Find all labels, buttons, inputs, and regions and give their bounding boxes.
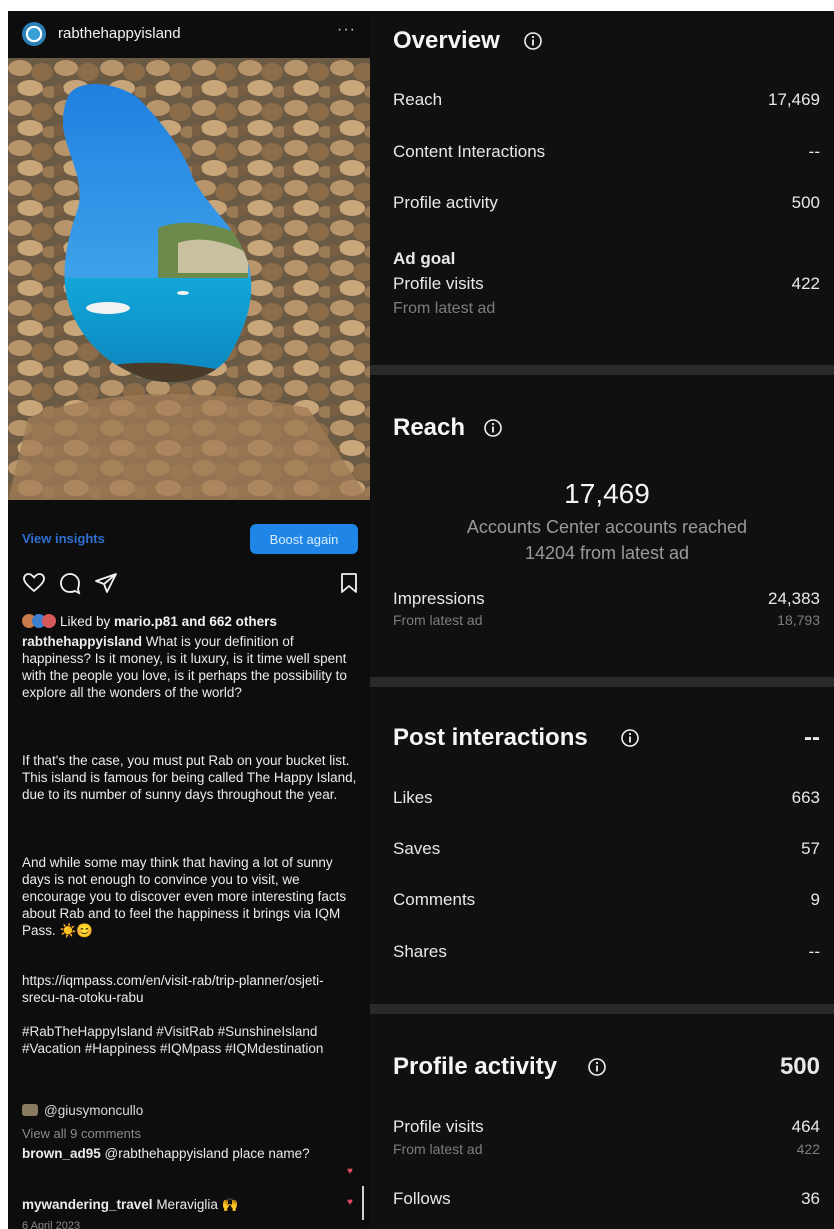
comment-heart-icon[interactable]: ♥	[347, 1166, 353, 1177]
reach-from-latest-ad: 14204 from latest ad	[524, 543, 690, 563]
profile-visits-from-ad-value: 422	[796, 1141, 820, 1157]
info-icon[interactable]	[587, 1057, 607, 1077]
share-icon[interactable]	[94, 571, 118, 595]
caption-paragraph-2: If that's the case, you must put Rab on …	[22, 753, 357, 802]
reach-big-value: 17,469	[564, 478, 650, 509]
instagram-post: rabthehappyisland ··· View insights Boos…	[8, 11, 370, 1229]
comment-icon[interactable]	[58, 571, 82, 595]
comment-text: @rabthehappyisland place name?	[100, 1146, 310, 1161]
more-options-icon[interactable]: ···	[337, 21, 356, 39]
section-divider	[370, 1004, 834, 1014]
liked-suffix[interactable]: and 662 others	[178, 614, 277, 629]
profile-activity-title: Profile activity	[393, 1053, 558, 1080]
follows-label: Follows	[393, 1189, 451, 1208]
comments-value: 9	[810, 890, 820, 909]
impressions-label: Impressions	[393, 589, 485, 608]
post-interactions-total: --	[804, 724, 820, 751]
shares-value: --	[808, 942, 820, 961]
shares-label: Shares	[393, 942, 447, 961]
comment-heart-icon[interactable]: ♥	[347, 1197, 353, 1208]
avatar[interactable]	[22, 22, 46, 46]
mention-text[interactable]: @giusymoncullo	[44, 1103, 143, 1118]
overview-reach-label: Reach	[393, 90, 443, 109]
ad-goal-profile-visits-label: Profile visits	[393, 274, 484, 293]
post-header: rabthehappyisland ···	[8, 11, 370, 57]
section-divider	[370, 365, 834, 375]
caption-paragraph-1: rabthehappyisland What is your definitio…	[22, 633, 358, 701]
saves-value: 57	[801, 839, 820, 858]
heart-icon[interactable]	[22, 571, 46, 595]
likes-label: Likes	[393, 788, 433, 807]
post-date: 6 April 2023	[22, 1220, 81, 1229]
comment-item: brown_ad95 @rabthehappyisland place name…	[22, 1145, 322, 1162]
reach-title: Reach	[393, 414, 466, 441]
liked-by-line: Liked by mario.p81 and 662 others	[22, 614, 277, 629]
ad-goal-profile-visits-value: 422	[791, 274, 820, 293]
info-icon[interactable]	[523, 31, 543, 51]
liker-avatars	[22, 614, 60, 628]
content-interactions-value: --	[808, 142, 820, 161]
impressions-value: 24,383	[768, 589, 820, 608]
comment-item: mywandering_travel Meraviglia 🙌	[22, 1196, 322, 1213]
ad-goal-label: Ad goal	[393, 249, 456, 268]
section-divider	[370, 677, 834, 687]
caption-username[interactable]: rabthehappyisland	[22, 634, 142, 649]
overview-reach-value: 17,469	[768, 90, 820, 109]
overview-profile-activity-value: 500	[791, 193, 820, 212]
comment-text: Meraviglia 🙌	[152, 1197, 239, 1212]
comments-label: Comments	[393, 890, 476, 909]
insights-panel: Overview Reach 17,469 Content Interactio…	[370, 11, 834, 1229]
liked-prefix: Liked by	[60, 614, 115, 629]
scrollbar[interactable]	[362, 1186, 364, 1220]
profile-visits-value: 464	[791, 1117, 820, 1136]
tagged-mention[interactable]: @giusymoncullo	[22, 1103, 143, 1118]
liked-user[interactable]: mario.p81	[114, 614, 178, 629]
comment-user[interactable]: mywandering_travel	[22, 1197, 153, 1212]
overview-profile-activity-label: Profile activity	[393, 193, 498, 212]
profile-visits-from-ad-label: From latest ad	[393, 1141, 483, 1157]
caption-paragraph-3: And while some may think that having a l…	[22, 855, 347, 938]
overview-title: Overview	[393, 27, 500, 54]
mention-avatar	[22, 1104, 38, 1116]
impressions-sub-value: 18,793	[777, 612, 820, 628]
view-insights-link[interactable]: View insights	[22, 531, 105, 546]
post-actions	[22, 571, 358, 597]
view-all-comments-link[interactable]: View all 9 comments	[22, 1126, 141, 1141]
likes-value: 663	[791, 788, 820, 807]
caption-link[interactable]: https://iqmpass.com/en/visit-rab/trip-pl…	[22, 972, 358, 1006]
bookmark-icon[interactable]	[338, 571, 360, 595]
content-interactions-label: Content Interactions	[393, 142, 546, 161]
post-username[interactable]: rabthehappyisland	[58, 25, 181, 42]
profile-visits-label: Profile visits	[393, 1117, 484, 1136]
boost-again-button[interactable]: Boost again	[250, 524, 358, 554]
ad-goal-from-latest-ad: From latest ad	[393, 300, 496, 317]
post-photo[interactable]	[8, 58, 370, 500]
caption-hashtags[interactable]: #RabTheHappyIsland #VisitRab #SunshineIs…	[22, 1023, 358, 1057]
post-interactions-title: Post interactions	[393, 724, 588, 751]
saves-label: Saves	[393, 839, 441, 858]
impressions-sub-label: From latest ad	[393, 612, 483, 628]
comment-user[interactable]: brown_ad95	[22, 1146, 101, 1161]
follows-value: 36	[801, 1189, 820, 1208]
info-icon[interactable]	[620, 728, 640, 748]
info-icon[interactable]	[483, 418, 503, 438]
reach-accounts-label: Accounts Center accounts reached	[466, 517, 748, 537]
profile-activity-total: 500	[779, 1053, 820, 1080]
